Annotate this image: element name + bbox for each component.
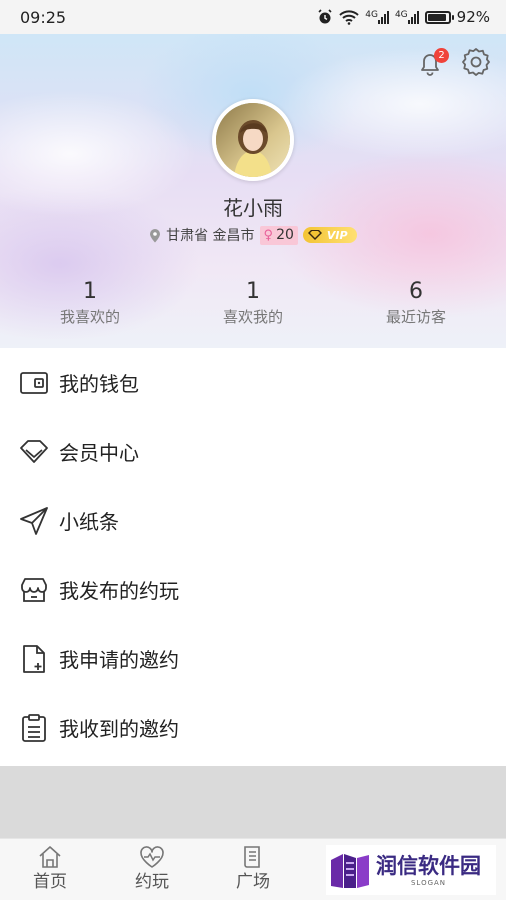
diamond-icon: [20, 439, 48, 463]
alarm-icon: [318, 9, 332, 24]
menu-label: 小纸条: [59, 510, 119, 534]
signal-1: 4G: [365, 10, 389, 24]
stat-liked[interactable]: 1 我喜欢的: [10, 277, 170, 327]
menu-label: 我收到的邀约: [59, 717, 179, 741]
watermark-slogan: SLOGAN: [410, 879, 447, 887]
stat-liked-me[interactable]: 1 喜欢我的: [173, 277, 333, 327]
watermark-logo: [331, 854, 369, 888]
notification-badge: 2: [434, 48, 449, 63]
location-text: 甘肃省 金昌市: [166, 228, 255, 244]
signal-bars-icon: [407, 10, 419, 24]
profile-header: 2 花小雨 甘肃省 金昌市 ♀ 20 VIP 1 我喜欢的 1 喜欢我的 6 最…: [0, 34, 506, 348]
status-time: 09:25: [20, 7, 67, 27]
stat-value: 1: [83, 279, 97, 304]
age-value: 20: [276, 227, 294, 243]
menu-item-vip-center[interactable]: 会员中心: [0, 417, 506, 486]
menu-item-my-posts[interactable]: 我发布的约玩: [0, 555, 506, 624]
stat-value: 1: [246, 279, 260, 304]
female-icon: ♀: [263, 227, 274, 243]
menu-item-wallet[interactable]: 我的钱包: [0, 348, 506, 417]
menu-label: 我的钱包: [59, 372, 139, 396]
signal-2: 4G: [395, 10, 419, 24]
username: 花小雨: [223, 196, 283, 220]
menu-item-received[interactable]: 我收到的邀约: [0, 693, 506, 762]
store-icon: [21, 577, 47, 602]
battery-percent: 92%: [456, 8, 490, 26]
clipboard-icon: [22, 713, 46, 742]
home-icon: [39, 846, 61, 868]
profile-info: 甘肃省 金昌市 ♀ 20 VIP: [0, 225, 506, 245]
tab-label: 首页: [33, 872, 67, 892]
tab-label: 约玩: [135, 872, 169, 892]
vip-label: VIP: [326, 228, 348, 242]
menu-label: 会员中心: [59, 441, 139, 465]
stat-label: 我喜欢的: [59, 308, 120, 326]
location-pin-icon: [150, 228, 161, 242]
stat-label: 喜欢我的: [222, 308, 283, 326]
vip-diamond-icon: [307, 230, 322, 240]
avatar[interactable]: [212, 99, 294, 181]
tab-home[interactable]: 首页: [15, 844, 85, 893]
stat-label: 最近访客: [385, 308, 446, 326]
tab-square[interactable]: 广场: [218, 844, 288, 893]
vip-badge: VIP: [302, 227, 357, 243]
tab-play[interactable]: 约玩: [117, 844, 187, 893]
age-badge: ♀ 20: [259, 225, 298, 245]
status-bar: 09:25 4G 4G 92%: [0, 0, 506, 34]
profile-screen: 09:25 4G 4G 92% 2 花小雨 甘肃省 金昌市 ♀ 20 VIP 1…: [0, 0, 506, 900]
battery-icon: [424, 10, 454, 24]
menu-list: 我的钱包 会员中心 小纸条 我发布的约玩 我申请的邀约 我收到的邀约: [0, 348, 506, 762]
watermark-title: 润信软件园: [376, 854, 481, 878]
status-icons: 4G 4G 92%: [317, 8, 490, 26]
heartbeat-icon: [140, 846, 164, 868]
document-add-icon: [23, 644, 45, 673]
gear-icon[interactable]: [460, 46, 492, 78]
menu-label: 我申请的邀约: [59, 648, 179, 672]
stat-visitors[interactable]: 6 最近访客: [336, 277, 496, 327]
watermark-text: 润信软件园 SLOGAN: [376, 853, 481, 887]
book-icon: [244, 846, 260, 868]
signal-bars-icon: [377, 10, 389, 24]
stat-value: 6: [409, 279, 423, 304]
tab-label: 广场: [236, 872, 270, 892]
watermark: 润信软件园 SLOGAN: [326, 845, 496, 895]
menu-label: 我发布的约玩: [59, 579, 179, 603]
wifi-icon: [339, 10, 359, 25]
paper-plane-icon: [20, 506, 48, 535]
empty-area: [0, 766, 506, 838]
menu-item-notes[interactable]: 小纸条: [0, 486, 506, 555]
menu-item-applied[interactable]: 我申请的邀约: [0, 624, 506, 693]
wallet-icon: [20, 371, 48, 394]
